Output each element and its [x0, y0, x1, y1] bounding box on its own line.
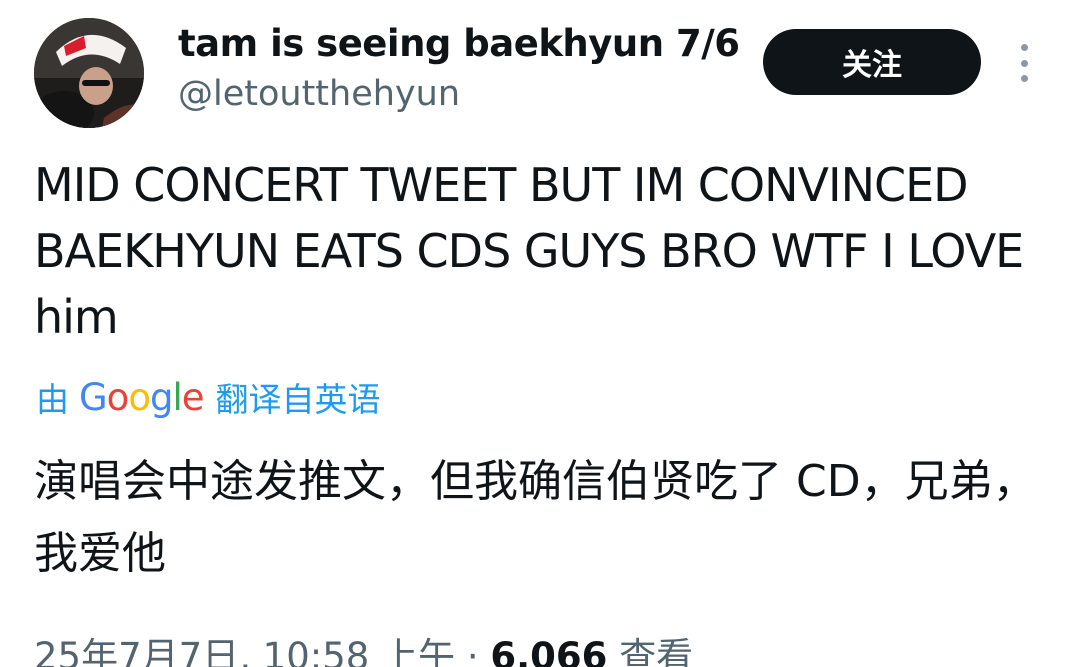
tweet-timestamp[interactable]: 25年7月7日, 10:58 上午 [34, 635, 455, 667]
follow-button[interactable]: 关注 [763, 29, 981, 95]
views-label: 查看 [619, 635, 694, 667]
more-vertical-icon[interactable] [1012, 44, 1036, 82]
author-display-name[interactable]: tam is seeing baekhyun 7/6 [178, 22, 740, 65]
more-dot [1020, 44, 1028, 51]
tweet-card: tam is seeing baekhyun 7/6 @letoutthehyu… [0, 0, 1080, 667]
meta-separator: · [455, 635, 491, 667]
translated-text: 演唱会中途发推文，但我确信伯贤吃了 CD，兄弟，我爱他 [34, 456, 1037, 579]
google-logo: Google [79, 375, 204, 419]
translation-suffix: 翻译自英语 [215, 380, 381, 419]
views-count: 6,066 [490, 635, 608, 667]
more-dot [1020, 75, 1028, 82]
more-dot [1020, 59, 1028, 67]
avatar[interactable] [34, 18, 144, 128]
translation-prefix: 由 [36, 380, 69, 419]
translation-attribution[interactable]: 由 Google 翻译自英语 [36, 372, 381, 422]
avatar-image [34, 18, 144, 128]
tweet-meta: 25年7月7日, 10:58 上午 · 6,066 查看 [34, 626, 693, 667]
author-handle[interactable]: @letoutthehyun [178, 74, 460, 114]
tweet-text: MID CONCERT TWEET BUT IM CONVINCED BAEKH… [34, 158, 1024, 344]
